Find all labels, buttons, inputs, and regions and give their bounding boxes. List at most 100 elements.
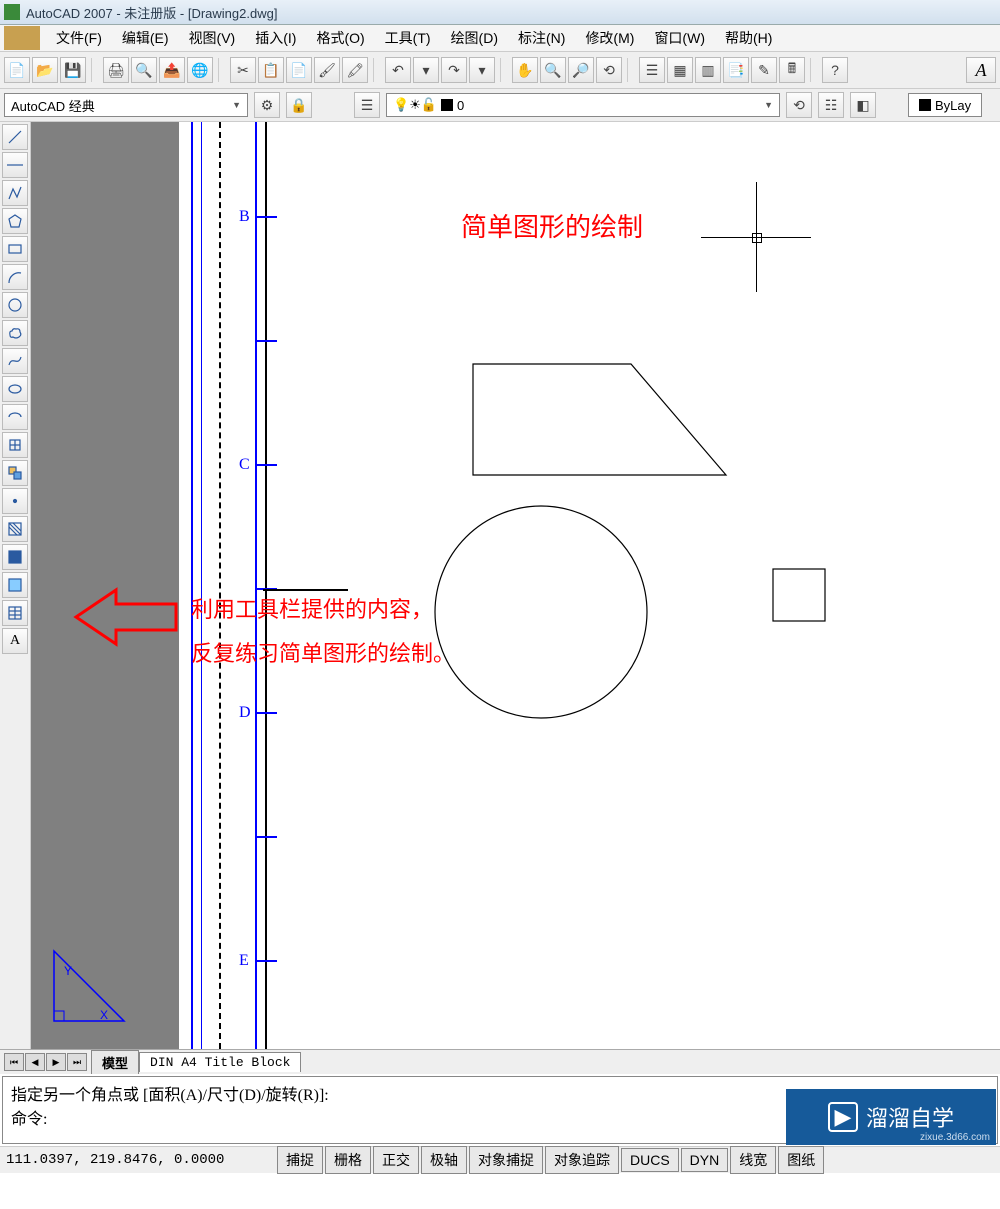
ws-settings-icon[interactable]: ⚙ — [254, 92, 280, 118]
pline-tool[interactable] — [2, 180, 28, 206]
save-icon[interactable]: 💾 — [60, 57, 86, 83]
chevron-down-icon: ▼ — [232, 100, 241, 110]
osnap-toggle[interactable]: 对象捕捉 — [469, 1146, 543, 1174]
menu-tools[interactable]: 工具(T) — [375, 24, 441, 52]
workspace-toolbar: AutoCAD 经典 ▼ ⚙ 🔒 ☰ 💡 ☀ 🔓 0 ▼ ⟲ ☷ ◧ ByLay — [0, 89, 1000, 122]
workspace-dropdown[interactable]: AutoCAD 经典 ▼ — [4, 93, 248, 117]
lock-icon: 🔓 — [421, 97, 437, 113]
layer-iso-icon[interactable]: ◧ — [850, 92, 876, 118]
zoom-win-icon[interactable]: 🔎 — [568, 57, 594, 83]
plot-icon[interactable]: 🌐 — [187, 57, 213, 83]
sun-icon: ☀ — [409, 97, 421, 113]
redo-drop-icon[interactable]: ▾ — [469, 57, 495, 83]
arc-tool[interactable] — [2, 264, 28, 290]
menu-modify[interactable]: 修改(M) — [575, 24, 644, 52]
publish-icon[interactable]: 📤 — [159, 57, 185, 83]
revcloud-tool[interactable] — [2, 320, 28, 346]
table-tool[interactable] — [2, 600, 28, 626]
rect-tool[interactable] — [2, 236, 28, 262]
ducs-toggle[interactable]: DUCS — [621, 1148, 679, 1172]
tab-model[interactable]: 模型 — [91, 1050, 139, 1074]
match-icon[interactable]: 🖌 — [314, 57, 340, 83]
menu-edit[interactable]: 编辑(E) — [112, 24, 179, 52]
draw-toolbar: A — [0, 122, 31, 1049]
layer-props-icon[interactable]: ☰ — [354, 92, 380, 118]
preview-icon[interactable]: 🔍 — [131, 57, 157, 83]
gradient-tool[interactable] — [2, 544, 28, 570]
menu-window[interactable]: 窗口(W) — [644, 24, 715, 52]
dc-icon[interactable]: ▦ — [667, 57, 693, 83]
open-icon[interactable]: 📂 — [32, 57, 58, 83]
layer-state-icon[interactable]: ☷ — [818, 92, 844, 118]
paste-icon[interactable]: 📄 — [286, 57, 312, 83]
menu-dimension[interactable]: 标注(N) — [508, 24, 575, 52]
line-tool[interactable] — [2, 124, 28, 150]
redo-icon[interactable]: ↷ — [441, 57, 467, 83]
sheet-icon[interactable]: 📑 — [723, 57, 749, 83]
menu-insert[interactable]: 插入(I) — [245, 24, 306, 52]
insert-tool[interactable] — [2, 432, 28, 458]
tab-last-icon[interactable]: ⏭ — [67, 1053, 87, 1071]
tab-nav: ⏮ ◀ ▶ ⏭ — [4, 1053, 87, 1071]
zoom-prev-icon[interactable]: ⟲ — [596, 57, 622, 83]
tab-first-icon[interactable]: ⏮ — [4, 1053, 24, 1071]
pan-icon[interactable]: ✋ — [512, 57, 538, 83]
square-shape — [771, 567, 829, 625]
dyn-toggle[interactable]: DYN — [681, 1148, 729, 1172]
circle-tool[interactable] — [2, 292, 28, 318]
help-icon[interactable]: ? — [822, 57, 848, 83]
polygon-tool[interactable] — [2, 208, 28, 234]
point-tool[interactable] — [2, 488, 28, 514]
app-icon — [4, 4, 20, 20]
layer-name: 0 — [457, 98, 464, 113]
paper-toggle[interactable]: 图纸 — [778, 1146, 824, 1174]
copy-icon[interactable]: 📋 — [258, 57, 284, 83]
undo-drop-icon[interactable]: ▾ — [413, 57, 439, 83]
spline-tool[interactable] — [2, 348, 28, 374]
undo-icon[interactable]: ↶ — [385, 57, 411, 83]
annot-line2: 反复练习简单图形的绘制。 — [191, 636, 455, 668]
text-style-icon[interactable]: A — [966, 57, 996, 83]
tab-prev-icon[interactable]: ◀ — [25, 1053, 45, 1071]
snap-toggle[interactable]: 捕捉 — [277, 1146, 323, 1174]
tab-next-icon[interactable]: ▶ — [46, 1053, 66, 1071]
trapezoid-shape — [471, 362, 731, 482]
ruler-c: C — [239, 456, 250, 474]
grid-toggle[interactable]: 栅格 — [325, 1146, 371, 1174]
menu-draw[interactable]: 绘图(D) — [441, 24, 508, 52]
ws-lock-icon[interactable]: 🔒 — [286, 92, 312, 118]
polar-toggle[interactable]: 极轴 — [421, 1146, 467, 1174]
otrack-toggle[interactable]: 对象追踪 — [545, 1146, 619, 1174]
drawing-canvas[interactable]: B C D E 简单图形的绘制 利用工具栏提供的内容， 反复练习简单图形的绘制。… — [31, 122, 1000, 1049]
zoom-rt-icon[interactable]: 🔍 — [540, 57, 566, 83]
hatch-tool[interactable] — [2, 516, 28, 542]
cut-icon[interactable]: ✂ — [230, 57, 256, 83]
annot-title: 简单图形的绘制 — [461, 207, 643, 244]
menu-icon — [4, 26, 40, 50]
print-icon[interactable]: 🖨 — [103, 57, 129, 83]
markup-icon[interactable]: ✎ — [751, 57, 777, 83]
lwt-toggle[interactable]: 线宽 — [730, 1146, 776, 1174]
region-tool[interactable] — [2, 572, 28, 598]
mtext-tool[interactable]: A — [2, 628, 28, 654]
tab-layout1[interactable]: DIN A4 Title Block — [139, 1052, 301, 1072]
brush-icon[interactable]: 🖍 — [342, 57, 368, 83]
menu-format[interactable]: 格式(O) — [306, 24, 374, 52]
layer-prev-icon[interactable]: ⟲ — [786, 92, 812, 118]
tool-pal-icon[interactable]: ▥ — [695, 57, 721, 83]
layer-dropdown[interactable]: 💡 ☀ 🔓 0 ▼ — [386, 93, 780, 117]
watermark-url: zixue.3d66.com — [920, 1132, 990, 1143]
ellipse-tool[interactable] — [2, 376, 28, 402]
block-tool[interactable] — [2, 460, 28, 486]
props-icon[interactable]: ☰ — [639, 57, 665, 83]
menu-file[interactable]: 文件(F) — [46, 24, 112, 52]
color-dropdown[interactable]: ByLay — [908, 93, 982, 117]
xline-tool[interactable] — [2, 152, 28, 178]
calc-icon[interactable]: 🖩 — [779, 57, 805, 83]
menu-help[interactable]: 帮助(H) — [715, 24, 782, 52]
ortho-toggle[interactable]: 正交 — [373, 1146, 419, 1174]
ellipse-arc-tool[interactable] — [2, 404, 28, 430]
menu-view[interactable]: 视图(V) — [179, 24, 246, 52]
new-icon[interactable]: 📄 — [4, 57, 30, 83]
svg-text:Y: Y — [64, 964, 72, 978]
